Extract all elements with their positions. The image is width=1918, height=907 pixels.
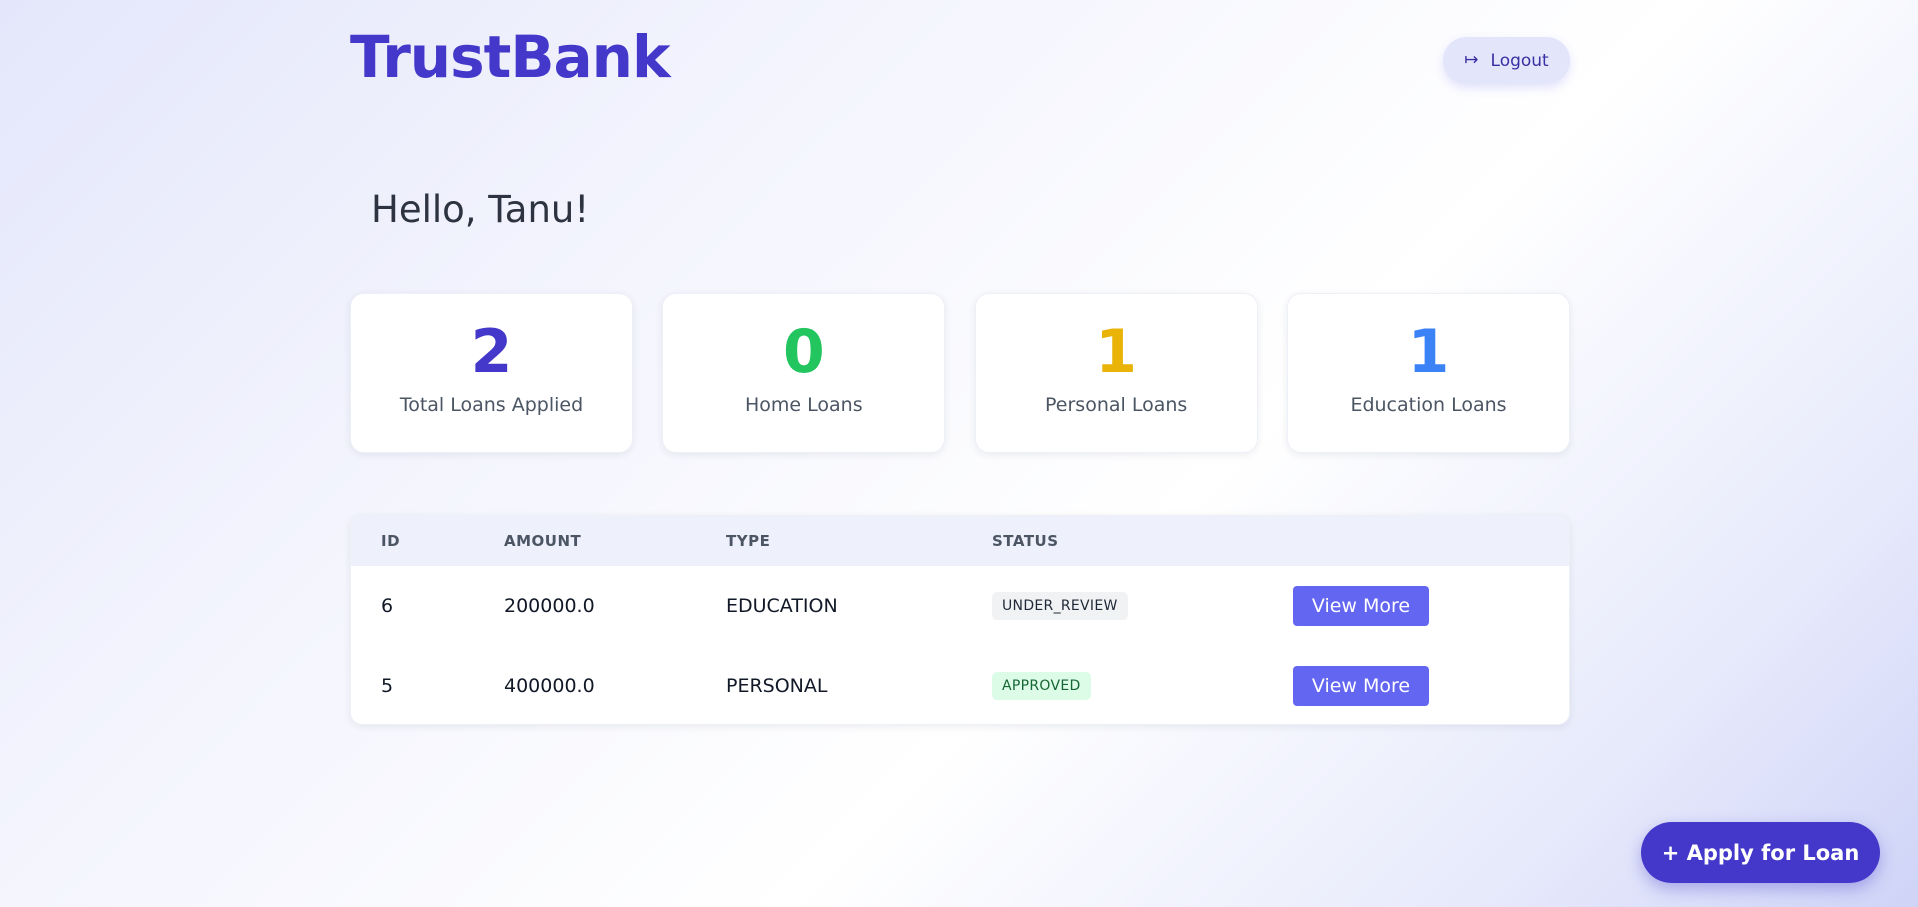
cell-id: 6 bbox=[381, 595, 394, 617]
header: TrustBank ↦ Logout bbox=[350, 0, 1570, 120]
brand-logo: TrustBank bbox=[350, 23, 671, 91]
stat-value-total: 2 bbox=[470, 317, 513, 387]
stat-card-personal-loans: 1 Personal Loans bbox=[974, 293, 1258, 453]
loans-table: ID AMOUNT TYPE STATUS 6 200000.0 EDUCATI… bbox=[351, 516, 1569, 724]
stat-label-education: Education Loans bbox=[1350, 394, 1507, 416]
logout-button[interactable]: ↦ Logout bbox=[1443, 37, 1570, 84]
cell-status: APPROVED bbox=[992, 646, 1293, 724]
stat-value-personal: 1 bbox=[1095, 317, 1138, 387]
stat-value-home: 0 bbox=[782, 317, 825, 387]
cell-id: 5 bbox=[381, 675, 394, 697]
cell-type: EDUCATION bbox=[726, 595, 838, 617]
table-row: 5 400000.0 PERSONAL APPROVED View More bbox=[351, 646, 1569, 724]
cell-action: View More bbox=[1293, 566, 1569, 646]
loans-table-card: ID AMOUNT TYPE STATUS 6 200000.0 EDUCATI… bbox=[350, 515, 1570, 725]
cell-type: PERSONAL bbox=[726, 675, 828, 697]
stat-label-personal: Personal Loans bbox=[1045, 394, 1188, 416]
column-header-action bbox=[1293, 516, 1569, 566]
stat-value-education: 1 bbox=[1407, 317, 1450, 387]
view-more-button[interactable]: View More bbox=[1293, 586, 1429, 626]
status-badge: UNDER_REVIEW bbox=[992, 592, 1128, 620]
logout-arrow-icon: ↦ bbox=[1464, 50, 1479, 70]
stats-row: 2 Total Loans Applied 0 Home Loans 1 Per… bbox=[350, 293, 1570, 453]
stat-card-education-loans: 1 Education Loans bbox=[1286, 293, 1570, 453]
apply-for-loan-button[interactable]: + Apply for Loan bbox=[1641, 822, 1880, 883]
cell-amount: 200000.0 bbox=[504, 595, 595, 617]
page-container: TrustBank ↦ Logout Hello, Tanu! 2 Total … bbox=[350, 0, 1570, 725]
table-row: 6 200000.0 EDUCATION UNDER_REVIEW View M… bbox=[351, 566, 1569, 646]
greeting: Hello, Tanu! bbox=[371, 188, 590, 231]
cell-action: View More bbox=[1293, 646, 1569, 724]
cell-amount: 400000.0 bbox=[504, 675, 595, 697]
stat-label-total: Total Loans Applied bbox=[399, 394, 584, 416]
column-header-type: TYPE bbox=[726, 532, 771, 550]
column-header-amount: AMOUNT bbox=[504, 532, 582, 550]
column-header-status: STATUS bbox=[992, 532, 1059, 550]
stat-card-total-loans: 2 Total Loans Applied bbox=[350, 293, 633, 453]
table-header-row: ID AMOUNT TYPE STATUS bbox=[351, 516, 1569, 566]
logout-label: Logout bbox=[1490, 50, 1549, 71]
view-more-button[interactable]: View More bbox=[1293, 666, 1429, 706]
stat-card-home-loans: 0 Home Loans bbox=[662, 293, 946, 453]
status-badge: APPROVED bbox=[992, 672, 1091, 700]
column-header-id: ID bbox=[381, 532, 401, 550]
cell-status: UNDER_REVIEW bbox=[992, 566, 1293, 646]
stat-label-home: Home Loans bbox=[745, 394, 863, 416]
